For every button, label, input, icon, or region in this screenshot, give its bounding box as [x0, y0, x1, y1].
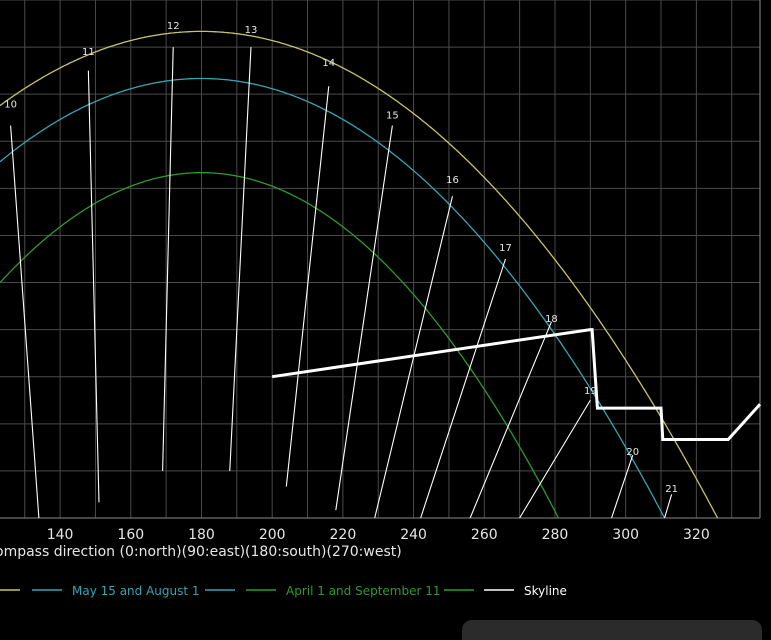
- sun-path-may_aug: [0, 77, 666, 519]
- legend: May 15 and August 1 April 1 and September…: [0, 584, 567, 598]
- hour-label-11: 11: [82, 47, 95, 58]
- hour-label-17: 17: [499, 243, 512, 254]
- hour-line-20: [611, 455, 634, 519]
- sun-path-chart: 101112 131415161718192021 140 160 180 200 220…: [0, 0, 762, 598]
- x-tick-label: 280: [542, 527, 569, 543]
- x-tick-label: 160: [117, 527, 144, 543]
- hour-label-13: 13: [245, 25, 258, 36]
- hour-label-15: 15: [386, 111, 399, 122]
- hour-label-21: 21: [665, 484, 678, 495]
- hour-lines: 101112 131415161718192021: [4, 21, 678, 519]
- x-tick-label: 220: [330, 527, 357, 543]
- hour-label-20: 20: [626, 447, 639, 458]
- x-tick-label: 200: [259, 527, 286, 543]
- sun-path-summer: [0, 30, 719, 519]
- skyline-layer: [271, 328, 762, 441]
- hour-label-14: 14: [322, 58, 335, 69]
- skyline-line: [271, 328, 762, 441]
- hour-label-18: 18: [545, 314, 558, 325]
- x-axis-title: ompass direction (0:north)(90:east)(180:…: [0, 544, 402, 560]
- horizontal-scrollbar[interactable]: [462, 620, 762, 640]
- hour-label-12: 12: [167, 21, 180, 32]
- legend-label-skyline: Skyline: [524, 584, 567, 598]
- hour-label-10: 10: [4, 100, 17, 111]
- x-tick-labels: 140 160 180 200 220 240 260 280 300 320: [47, 527, 710, 543]
- hour-line-18: [469, 321, 552, 519]
- x-tick-label: 260: [471, 527, 498, 543]
- legend-label-apr_sep: April 1 and September 11: [286, 584, 441, 598]
- hour-line-12: [162, 47, 174, 471]
- hour-line-13: [229, 47, 252, 471]
- x-tick-label: 240: [400, 527, 427, 543]
- x-tick-label: 320: [683, 527, 710, 543]
- hour-line-11: [87, 70, 100, 503]
- sun-path-curves: [0, 30, 719, 519]
- legend-label-may_aug: May 15 and August 1: [72, 584, 200, 598]
- hour-line-15: [335, 125, 393, 511]
- x-tick-label: 300: [612, 527, 639, 543]
- x-tick-label: 180: [188, 527, 215, 543]
- hour-line-21: [664, 494, 673, 519]
- hour-label-16: 16: [446, 175, 459, 186]
- hour-line-17: [420, 258, 507, 519]
- x-tick-label: 140: [47, 527, 74, 543]
